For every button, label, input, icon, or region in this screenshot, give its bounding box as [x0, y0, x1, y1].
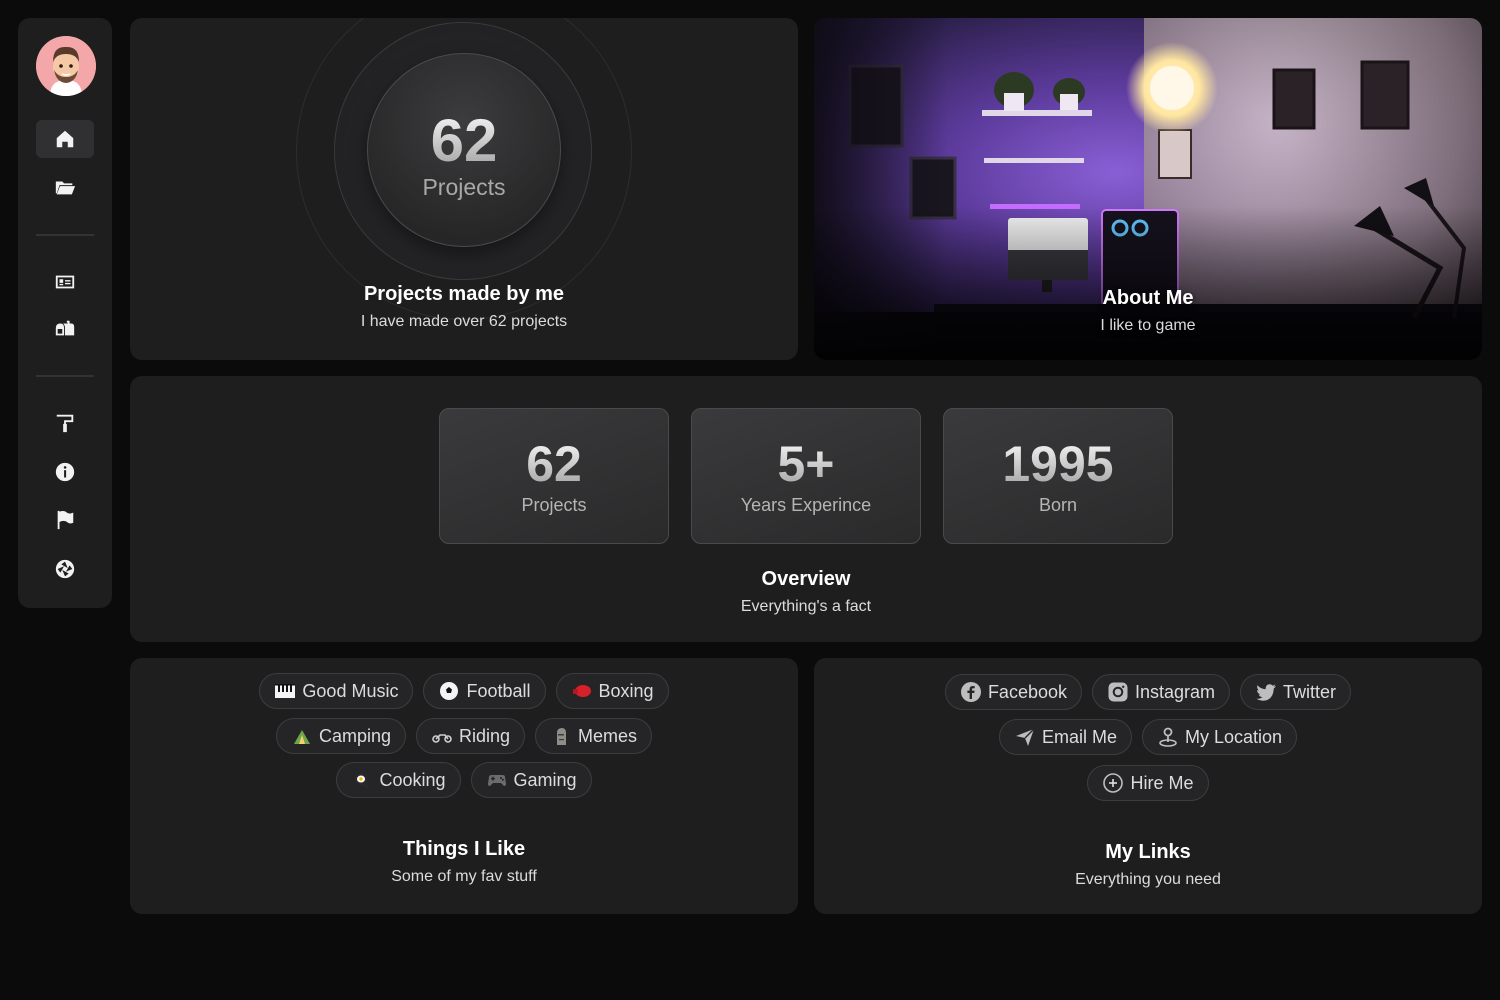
likes-subtitle: Some of my fav stuff [391, 868, 537, 885]
links-row: Facebook Instagram Twitter [814, 674, 1482, 710]
send-icon [1014, 726, 1036, 748]
paint-roller-icon [56, 414, 74, 433]
boxing-glove-icon [571, 680, 593, 702]
projects-count: 62 [368, 106, 560, 175]
link-instagram[interactable]: Instagram [1092, 674, 1231, 710]
likes-row: Good Music Football Boxing [130, 673, 798, 709]
link-email[interactable]: Email Me [998, 719, 1132, 755]
chip-label: Good Music [302, 680, 399, 701]
projects-badge: 62 Projects [367, 53, 561, 247]
links-card: Facebook Instagram Twitter Email Me My L… [814, 658, 1482, 914]
chip-label: Hire Me [1130, 772, 1194, 793]
chip-memes[interactable]: Memes [535, 718, 653, 754]
home-icon [56, 130, 74, 148]
facebook-icon [960, 681, 982, 703]
stat-label: Born [1038, 495, 1078, 515]
link-hire-me[interactable]: Hire Me [1087, 765, 1209, 801]
nav-about-button[interactable] [36, 453, 94, 491]
stat-value: 1995 [944, 435, 1172, 493]
flag-icon [57, 510, 74, 530]
likes-title: Things I Like [402, 838, 526, 860]
nav-goals-button[interactable] [36, 501, 94, 539]
moai-icon [550, 725, 572, 747]
link-twitter[interactable]: Twitter [1240, 674, 1352, 710]
chip-label: My Location [1184, 726, 1283, 747]
plus-icon [1102, 772, 1124, 794]
likes-card: Good Music Football Boxing Camping Ridin… [130, 658, 798, 914]
chip-label: Riding [459, 725, 511, 746]
chip-label: Boxing [598, 680, 654, 701]
stat-value: 5+ [692, 435, 920, 493]
avatar-memoji-icon [36, 36, 96, 96]
stat-projects: 62 Projects [439, 408, 669, 544]
chip-cooking[interactable]: Cooking [336, 762, 461, 798]
chip-boxing[interactable]: Boxing [555, 673, 669, 709]
links-subtitle: Everything you need [1075, 871, 1221, 888]
chip-label: Twitter [1283, 681, 1337, 702]
stat-label: Years Experince [740, 495, 872, 515]
about-card-title: About Me [1102, 287, 1194, 309]
stat-born: 1995 Born [943, 408, 1173, 544]
piano-icon [274, 680, 296, 702]
chip-gaming[interactable]: Gaming [470, 762, 592, 798]
nav-photography-button[interactable] [36, 550, 94, 588]
folder-open-icon [55, 181, 76, 195]
mailbox-icon [55, 320, 75, 336]
chip-label: Facebook [987, 681, 1067, 702]
stat-value: 62 [440, 435, 668, 493]
soccer-ball-icon [438, 680, 460, 702]
about-card-subtitle: I like to game [1100, 317, 1196, 334]
location-pin-icon [1157, 726, 1179, 748]
aperture-icon [55, 559, 75, 579]
chip-label: Email Me [1041, 726, 1117, 747]
motorcycle-icon [431, 725, 453, 747]
sidebar [18, 18, 112, 608]
overview-card: 62 Projects 5+ Years Experince 1995 Born… [130, 376, 1482, 642]
chip-camping[interactable]: Camping [275, 718, 406, 754]
links-row: Email Me My Location [814, 719, 1482, 755]
gamepad-icon [486, 769, 508, 791]
overview-subtitle: Everything's a fact [740, 598, 872, 615]
likes-row: Camping Riding Memes [130, 718, 798, 754]
link-location[interactable]: My Location [1141, 719, 1298, 755]
chip-label: Football [466, 680, 531, 701]
stat-experience: 5+ Years Experince [691, 408, 921, 544]
stat-label: Projects [521, 495, 587, 515]
nav-projects-button[interactable] [36, 168, 94, 206]
link-facebook[interactable]: Facebook [944, 674, 1082, 710]
chip-label: Gaming [513, 769, 577, 790]
avatar[interactable] [36, 36, 96, 96]
nav-design-button[interactable] [36, 404, 94, 442]
tent-icon [291, 725, 313, 747]
chip-football[interactable]: Football [423, 673, 546, 709]
chip-label: Camping [318, 725, 391, 746]
twitter-icon [1255, 681, 1277, 703]
info-icon [55, 462, 75, 482]
projects-card-title: Projects made by me [363, 283, 565, 305]
id-card-icon [55, 275, 75, 289]
about-card[interactable]: About Me I like to game [814, 18, 1482, 360]
chip-good-music[interactable]: Good Music [259, 673, 414, 709]
sidebar-divider [36, 234, 94, 236]
projects-card-subtitle: I have made over 62 projects [360, 313, 568, 330]
overview-title: Overview [761, 568, 851, 590]
frying-pan-icon [351, 769, 373, 791]
instagram-icon [1107, 681, 1129, 703]
likes-row: Cooking Gaming [130, 762, 798, 798]
chip-label: Cooking [379, 769, 446, 790]
nav-resume-button[interactable] [36, 263, 94, 301]
links-title: My Links [1105, 841, 1191, 863]
nav-contact-button[interactable] [36, 310, 94, 348]
sidebar-divider [36, 375, 94, 377]
chip-riding[interactable]: Riding [416, 718, 526, 754]
chip-label: Instagram [1135, 681, 1216, 702]
links-row: Hire Me [814, 765, 1482, 801]
projects-card[interactable]: 62 Projects Projects made by me I have m… [130, 18, 798, 360]
nav-home-button[interactable] [36, 120, 94, 158]
chip-label: Memes [578, 725, 638, 746]
projects-count-label: Projects [422, 174, 506, 200]
